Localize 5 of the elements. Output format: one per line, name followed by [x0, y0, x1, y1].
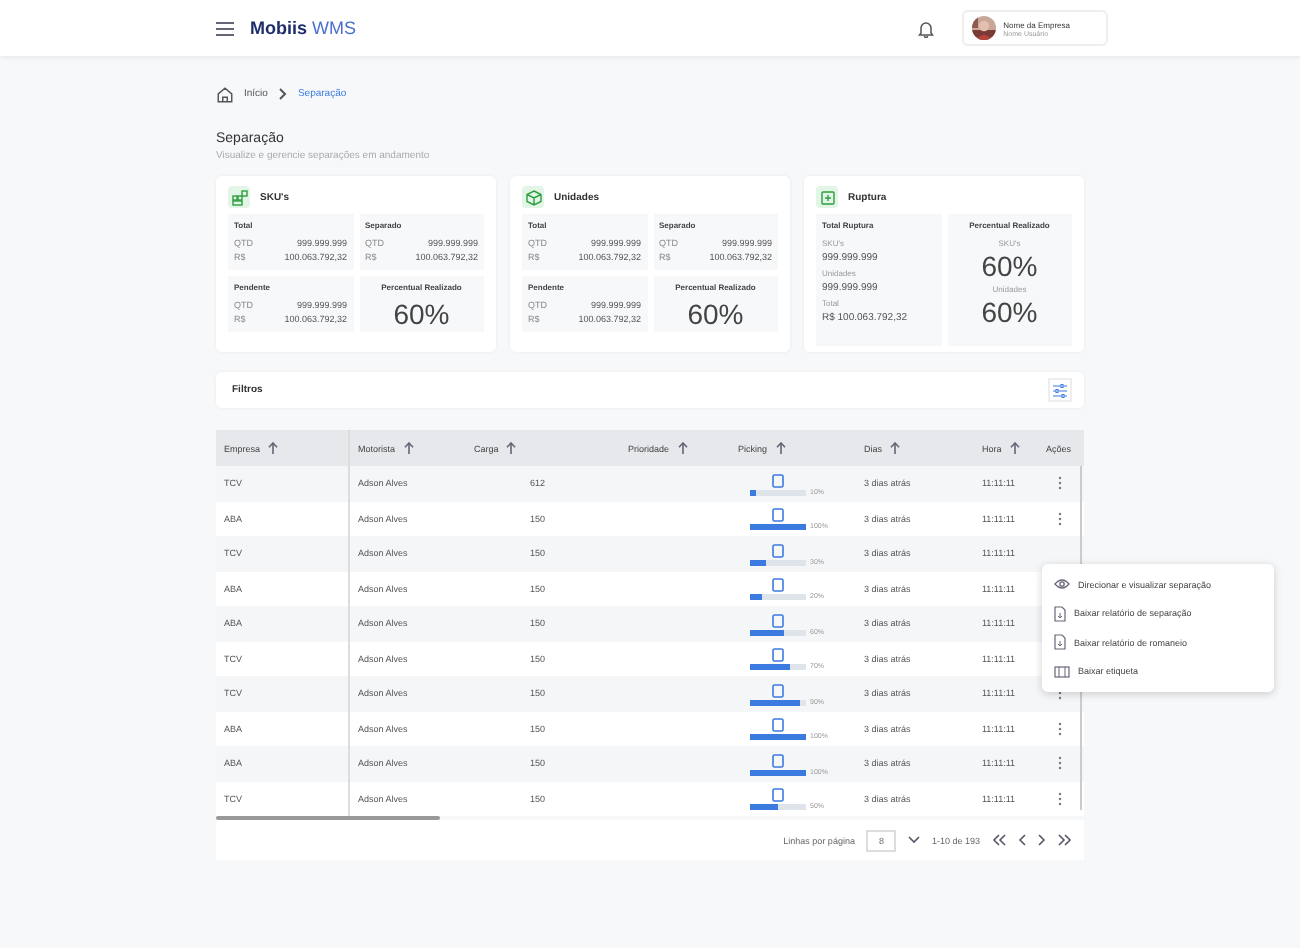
percent-value: 60% — [981, 252, 1038, 280]
percent-value: 60% — [981, 298, 1038, 326]
percent-value: 60% — [687, 300, 744, 328]
percent-value: 60% — [393, 300, 450, 328]
app-logo: Mobiis WMS — [250, 18, 357, 38]
